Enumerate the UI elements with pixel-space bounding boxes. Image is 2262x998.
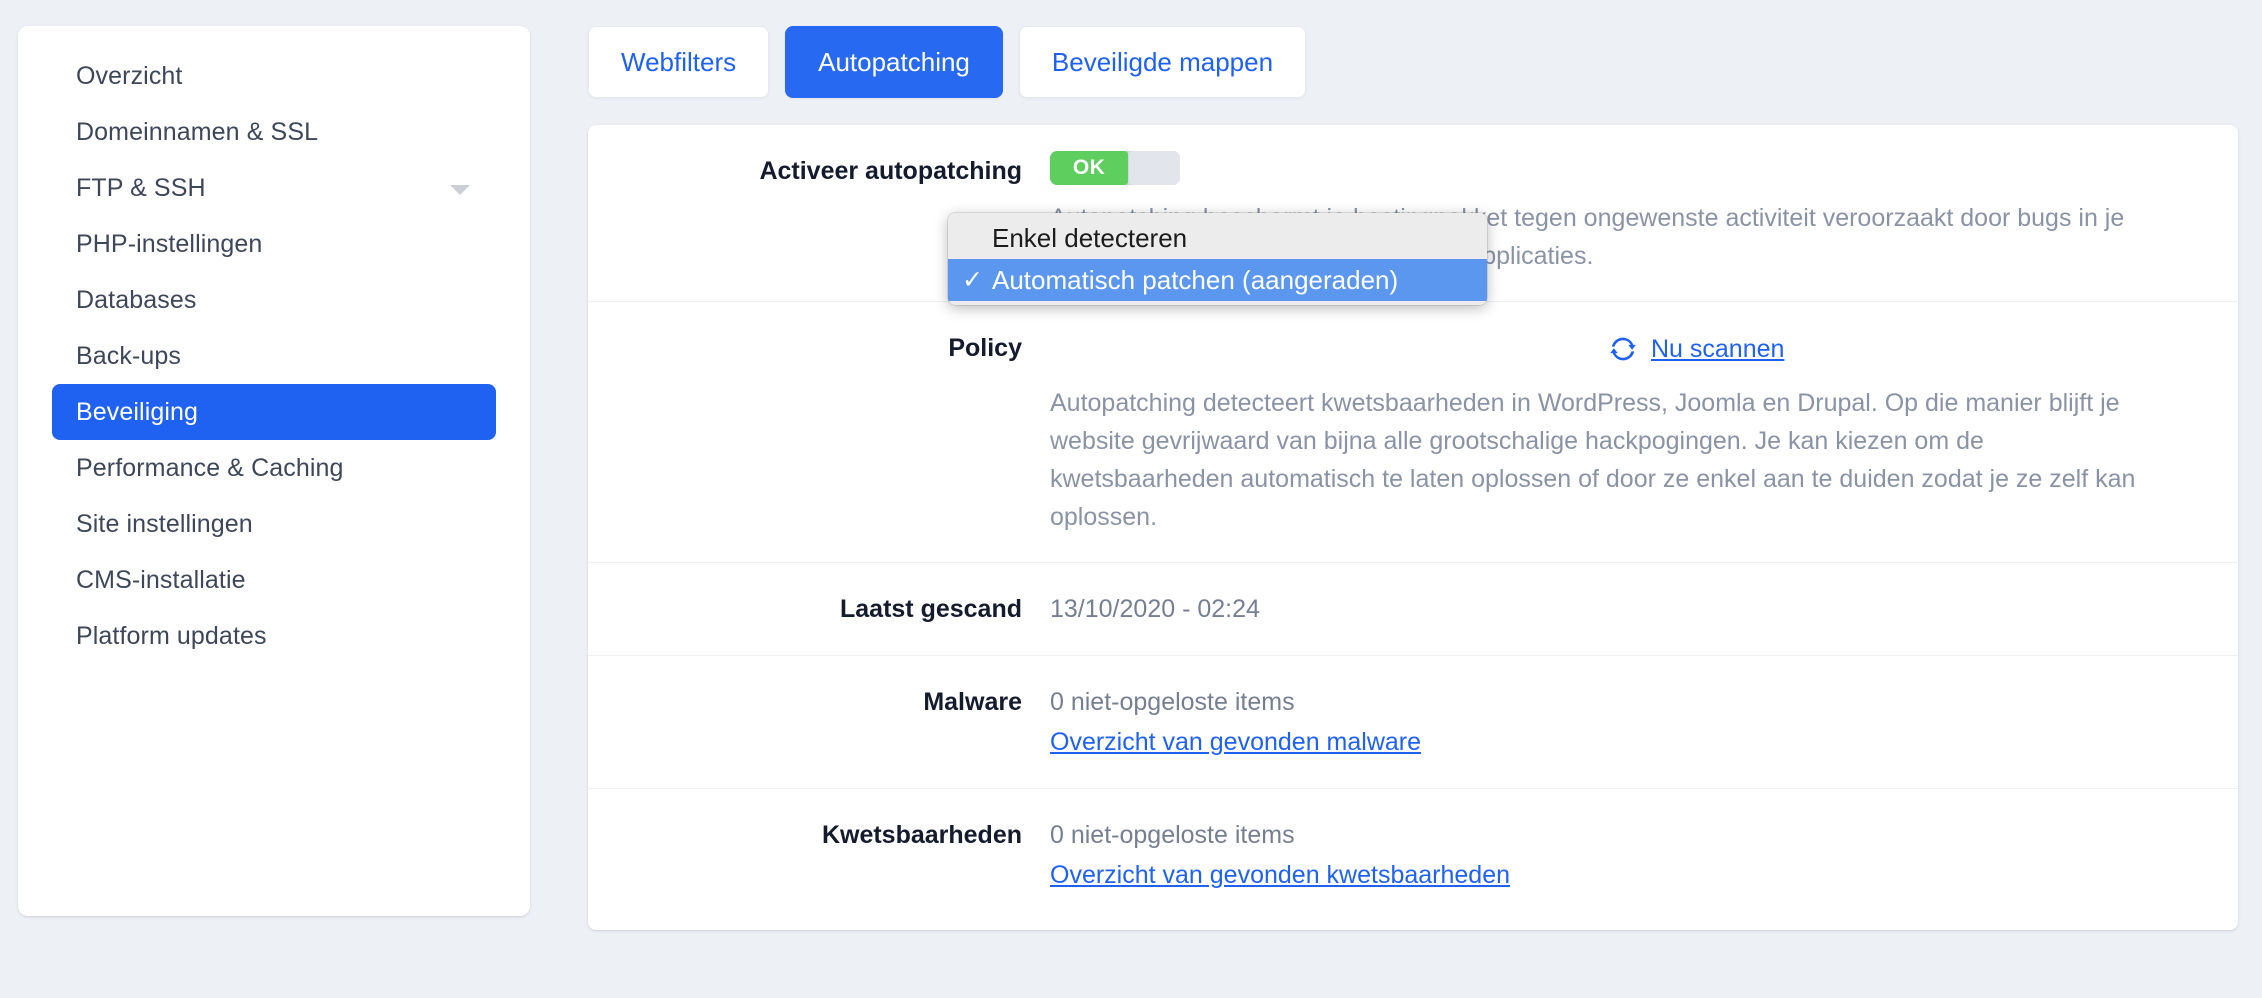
- sidebar-item-label: CMS-installatie: [76, 568, 246, 593]
- sidebar-item-label: Domeinnamen & SSL: [76, 120, 318, 145]
- malware-value: 0 niet-opgeloste items: [1050, 682, 2210, 722]
- dropdown-option-label: Automatisch patchen (aangeraden): [992, 265, 1398, 296]
- sidebar-item-domeinnamen-ssl[interactable]: Domeinnamen & SSL: [52, 104, 496, 160]
- kwetsbaarheden-value: 0 niet-opgeloste items: [1050, 815, 2210, 855]
- row-kwetsbaarheden: Kwetsbaarheden 0 niet-opgeloste items Ov…: [588, 788, 2238, 921]
- policy-body: Nu scannen Autopatching detecteert kwets…: [1050, 328, 2210, 536]
- tab-bar: Webfilters Autopatching Beveiligde mappe…: [588, 26, 2238, 98]
- dropdown-option-enkel-detecteren[interactable]: Enkel detecteren: [948, 217, 1487, 259]
- tab-autopatching[interactable]: Autopatching: [785, 26, 1003, 98]
- sidebar-item-databases[interactable]: Databases: [52, 272, 496, 328]
- malware-overview-link[interactable]: Overzicht van gevonden malware: [1050, 722, 1421, 762]
- dropdown-option-automatisch-patchen[interactable]: ✓ Automatisch patchen (aangeraden): [948, 259, 1487, 301]
- toggle-knob: [1128, 151, 1180, 185]
- sidebar-item-label: Site instellingen: [76, 512, 253, 537]
- sidebar-item-label: Databases: [76, 288, 196, 313]
- sidebar-item-ftp-ssh[interactable]: FTP & SSH: [52, 160, 496, 216]
- toggle-state-label: OK: [1073, 156, 1105, 180]
- tab-label: Autopatching: [818, 47, 970, 78]
- policy-select[interactable]: [1050, 328, 1595, 370]
- sidebar: Overzicht Domeinnamen & SSL FTP & SSH PH…: [18, 26, 530, 916]
- kwetsbaarheden-body: 0 niet-opgeloste items Overzicht van gev…: [1050, 815, 2210, 895]
- tab-webfilters[interactable]: Webfilters: [588, 26, 769, 98]
- sidebar-item-cms-installatie[interactable]: CMS-installatie: [52, 552, 496, 608]
- sidebar-item-label: Beveiliging: [76, 400, 198, 425]
- sidebar-item-performance-caching[interactable]: Performance & Caching: [52, 440, 496, 496]
- laatst-gescand-value: 13/10/2020 - 02:24: [1050, 589, 2210, 629]
- sidebar-item-label: Back-ups: [76, 344, 181, 369]
- kwetsbaarheden-label: Kwetsbaarheden: [588, 815, 1050, 855]
- chevron-down-icon: [450, 185, 470, 195]
- dropdown-option-label: Enkel detecteren: [992, 223, 1187, 254]
- sidebar-item-label: Overzicht: [76, 64, 182, 89]
- autopatching-toggle[interactable]: OK: [1050, 151, 1180, 185]
- policy-label: Policy: [588, 328, 1050, 368]
- nu-scannen-link[interactable]: Nu scannen: [1651, 329, 1784, 369]
- tab-label: Webfilters: [621, 47, 736, 78]
- sidebar-nav-list: Overzicht Domeinnamen & SSL FTP & SSH PH…: [18, 48, 530, 664]
- sidebar-item-label: Performance & Caching: [76, 456, 344, 481]
- policy-dropdown-popup[interactable]: Enkel detecteren ✓ Automatisch patchen (…: [948, 213, 1487, 305]
- sidebar-item-back-ups[interactable]: Back-ups: [52, 328, 496, 384]
- refresh-icon[interactable]: [1609, 335, 1637, 363]
- sidebar-item-beveiliging[interactable]: Beveiliging: [52, 384, 496, 440]
- autopatching-card: Activeer autopatching OK Autopatching be…: [588, 125, 2238, 930]
- activeer-autopatching-label: Activeer autopatching: [588, 151, 1050, 191]
- sidebar-item-php-instellingen[interactable]: PHP-instellingen: [52, 216, 496, 272]
- row-laatst-gescand: Laatst gescand 13/10/2020 - 02:24: [588, 562, 2238, 655]
- page-root: Overzicht Domeinnamen & SSL FTP & SSH PH…: [0, 0, 2262, 998]
- row-malware: Malware 0 niet-opgeloste items Overzicht…: [588, 655, 2238, 788]
- policy-control-line: Nu scannen: [1050, 328, 2210, 370]
- kwetsbaarheden-overview-link[interactable]: Overzicht van gevonden kwetsbaarheden: [1050, 855, 1510, 895]
- sidebar-item-label: FTP & SSH: [76, 176, 206, 201]
- row-policy: Policy Nu scannen Autopatching detecteer…: [588, 301, 2238, 562]
- tab-label: Beveiligde mappen: [1052, 47, 1273, 78]
- sidebar-item-site-instellingen[interactable]: Site instellingen: [52, 496, 496, 552]
- sidebar-item-label: Platform updates: [76, 624, 267, 649]
- sidebar-item-label: PHP-instellingen: [76, 232, 262, 257]
- laatst-gescand-label: Laatst gescand: [588, 589, 1050, 629]
- sidebar-item-platform-updates[interactable]: Platform updates: [52, 608, 496, 664]
- laatst-gescand-body: 13/10/2020 - 02:24: [1050, 589, 2210, 629]
- dropdown-option-check: ✓: [962, 265, 992, 295]
- main-content: Webfilters Autopatching Beveiligde mappe…: [588, 26, 2238, 930]
- tab-beveiligde-mappen[interactable]: Beveiligde mappen: [1019, 26, 1306, 98]
- malware-label: Malware: [588, 682, 1050, 722]
- policy-description: Autopatching detecteert kwetsbaarheden i…: [1050, 384, 2165, 536]
- malware-body: 0 niet-opgeloste items Overzicht van gev…: [1050, 682, 2210, 762]
- sidebar-item-overzicht[interactable]: Overzicht: [52, 48, 496, 104]
- toggle-on-segment: OK: [1050, 151, 1128, 185]
